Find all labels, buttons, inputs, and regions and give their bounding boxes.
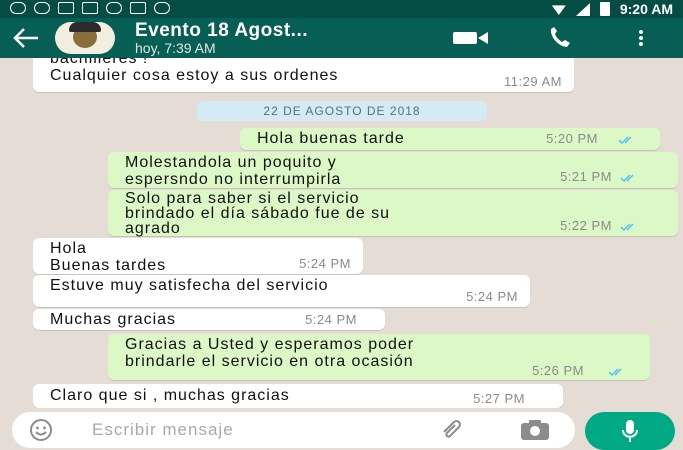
smiley-icon[interactable]	[29, 418, 53, 442]
battery-icon	[599, 2, 610, 16]
message-time: 11:29 AM	[504, 74, 562, 89]
message-time: 5:20 PM	[546, 131, 598, 146]
status-bar: 9:20 AM	[0, 0, 683, 18]
voice-message-button[interactable]	[585, 412, 675, 450]
message-incoming[interactable]: Muchas gracias 5:24 PM	[33, 309, 385, 330]
system-icons: 9:20 AM	[551, 1, 673, 17]
chat-notification-icon	[106, 2, 122, 14]
message-text: Hola Buenas tardes	[50, 240, 167, 274]
microphone-icon	[622, 420, 638, 442]
contact-last-seen: hoy, 7:39 AM	[135, 40, 216, 56]
message-incoming[interactable]: Estuve muy satisfecha del servicio 5:24 …	[33, 275, 530, 307]
message-time: 5:24 PM	[466, 289, 518, 304]
message-text: bachilleres ! Cualquier cosa estoy a sus…	[50, 58, 339, 84]
message-time: 5:27 PM	[473, 391, 525, 406]
message-incoming[interactable]: Hola Buenas tardes 5:24 PM	[33, 238, 363, 274]
menu-dot	[639, 36, 643, 40]
message-outgoing[interactable]: Hola buenas tarde 5:20 PM	[240, 128, 660, 150]
phone-icon[interactable]	[545, 26, 577, 50]
message-incoming[interactable]: Claro que si , muchas gracias 5:27 PM	[33, 384, 563, 408]
chat-header: Evento 18 Agost... hoy, 7:39 AM	[0, 18, 683, 58]
video-notification-icon	[130, 2, 146, 14]
more-vertical-icon[interactable]	[636, 28, 646, 48]
arrow-left-icon[interactable]	[12, 26, 40, 50]
read-ticks-icon	[620, 223, 634, 232]
avatar[interactable]	[55, 22, 115, 54]
chat-messages[interactable]: bachilleres ! Cualquier cosa estoy a sus…	[0, 58, 683, 408]
chat-notification-icon	[10, 2, 26, 14]
message-text: Estuve muy satisfecha del servicio	[50, 277, 329, 294]
message-input[interactable]	[92, 418, 412, 442]
avatar-hat	[69, 22, 101, 32]
message-composer	[12, 412, 575, 448]
message-incoming[interactable]: bachilleres ! Cualquier cosa estoy a sus…	[33, 58, 574, 92]
status-time: 9:20 AM	[619, 1, 673, 17]
read-ticks-icon	[620, 174, 634, 183]
message-outgoing[interactable]: Solo para saber si el servicio brindado …	[108, 190, 678, 237]
message-text: Claro que si , muchas gracias	[50, 387, 290, 404]
camera-icon[interactable]	[518, 418, 552, 442]
image-notification-icon	[82, 2, 98, 14]
message-text: Muchas gracias	[50, 311, 177, 328]
message-time: 5:24 PM	[299, 256, 351, 271]
message-text: Gracias a Usted y esperamos poder brinda…	[125, 336, 415, 370]
paperclip-icon[interactable]	[440, 418, 466, 442]
date-separator: 22 DE AGOSTO DE 2018	[197, 101, 487, 121]
voicemail-icon	[154, 2, 170, 14]
message-text: Solo para saber si el servicio brindado …	[125, 190, 391, 237]
message-time: 5:22 PM	[560, 218, 612, 233]
menu-dot	[639, 42, 643, 46]
image-notification-icon	[58, 2, 74, 14]
contact-name[interactable]: Evento 18 Agost...	[135, 20, 308, 42]
video-camera-icon[interactable]	[451, 30, 491, 46]
message-time: 5:21 PM	[560, 169, 612, 184]
notification-icons	[10, 2, 170, 14]
wifi-icon	[551, 5, 566, 15]
message-outgoing[interactable]: Molestandola un poquito y espersndo no i…	[108, 152, 678, 188]
message-outgoing[interactable]: Gracias a Usted y esperamos poder brinda…	[108, 334, 650, 380]
menu-dot	[639, 30, 643, 34]
read-ticks-icon	[608, 368, 622, 377]
message-text: Molestandola un poquito y espersndo no i…	[125, 154, 342, 188]
message-text: Hola buenas tarde	[257, 130, 405, 147]
read-ticks-icon	[618, 136, 632, 145]
message-time: 5:26 PM	[532, 363, 584, 378]
chat-notification-icon	[34, 2, 50, 14]
message-time: 5:24 PM	[305, 312, 357, 327]
signal-icon	[575, 2, 590, 16]
